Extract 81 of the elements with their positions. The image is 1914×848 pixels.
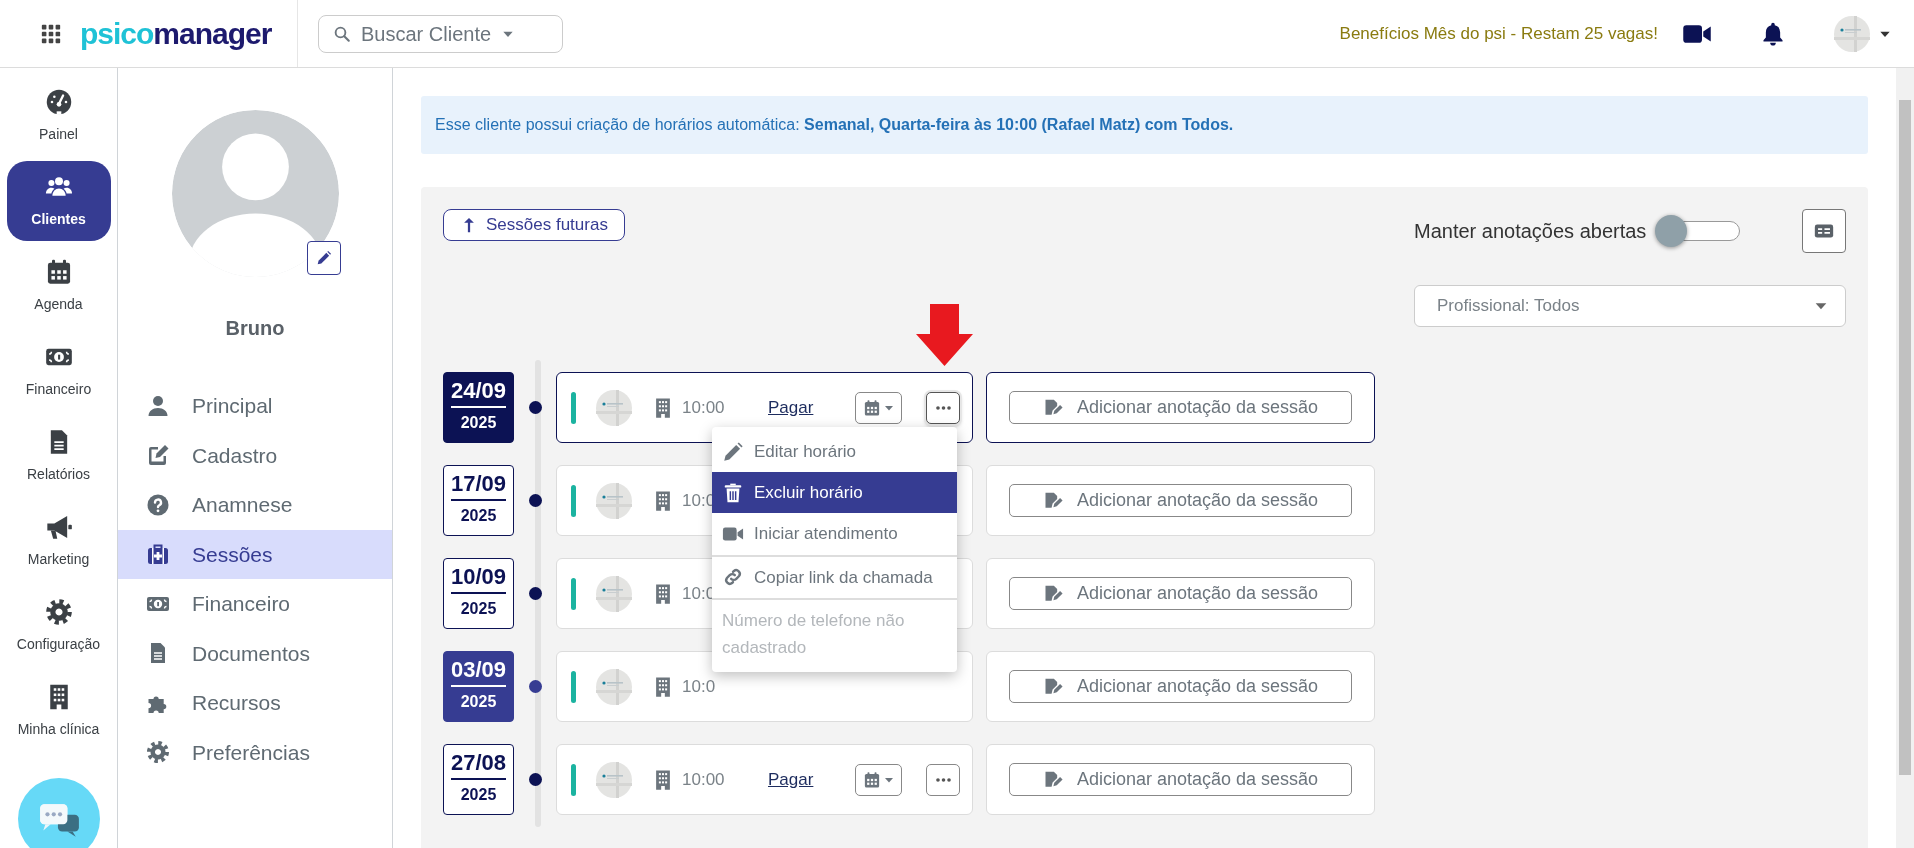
nav-item[interactable]: Agenda [6,246,111,326]
professional-select[interactable]: Profissional: Todos [1414,285,1846,327]
status-bar [571,391,576,424]
add-note-button[interactable]: Adicionar anotação da sessão [1009,484,1352,517]
nav-item[interactable]: Marketing [6,501,111,581]
pencil-icon [722,440,744,463]
apps-grid-icon [40,22,62,45]
add-note-button[interactable]: Adicionar anotação da sessão [1009,577,1352,610]
calendar-icon [862,398,881,417]
sidebar-item[interactable]: Anamnese [118,480,392,530]
user-icon [146,393,170,418]
logo: psicomanager [80,16,272,52]
nav-item[interactable]: Configuração [6,586,111,666]
client-name: Bruno [224,316,286,341]
timeline-dot [528,680,542,693]
timeline-dot [528,494,542,507]
session-time: 10:0 [682,675,717,698]
search-icon [333,24,351,43]
add-note-button[interactable]: Adicionar anotação da sessão [1009,670,1352,703]
edit-photo-button[interactable] [306,241,341,275]
notifications-button[interactable] [1760,20,1786,47]
pay-link[interactable]: Pagar [768,766,855,793]
date-badge: 03/09 2025 [443,651,514,722]
promo-link[interactable]: Benefícios Mês do psi - Restam 25 vagas! [1339,20,1658,47]
date-badge: 10/09 2025 [443,558,514,629]
future-sessions-button[interactable]: Sessões futuras [443,209,625,241]
nav-item[interactable]: Financeiro [6,331,111,411]
more-icon [935,405,951,410]
billing-button[interactable] [1802,209,1846,253]
apps-button[interactable] [40,22,62,45]
search-button[interactable]: Buscar Cliente [318,14,563,53]
date-badge: 27/08 2025 [443,744,514,815]
date-badge: 24/09 2025 [443,372,514,443]
sidebar-item[interactable]: Sessões [118,529,392,579]
menu-item[interactable]: Excluir horário [712,472,957,514]
sidebar-item[interactable]: Financeiro [118,579,392,629]
nav-item[interactable]: Relatórios [6,416,111,496]
status-bar [571,763,576,796]
help-icon [146,492,170,517]
sidebar-item[interactable]: Cadastro [118,430,392,480]
add-note-button[interactable]: Adicionar anotação da sessão [1009,391,1352,424]
session-card[interactable]: 10:00 Pagar [556,744,973,815]
more-button[interactable] [926,391,960,424]
settings-icon [146,740,170,765]
nav-item[interactable]: Minha clínica [6,671,111,751]
status-bar [571,577,576,610]
toggle-switch[interactable] [1654,214,1741,248]
status-bar [571,484,576,517]
timeline-dot [528,401,542,414]
gauge-icon [44,87,73,116]
sidebar-item[interactable]: Preferências [118,727,392,777]
menu-item[interactable]: Copiar link da chamada [712,556,957,598]
timeline-dot [528,773,542,786]
menu-item[interactable]: Editar horário [712,431,957,473]
arrow-down-icon [916,304,973,366]
calendar-dropdown[interactable] [855,763,902,796]
sidebar-item[interactable]: Principal [118,381,392,431]
settings-icon [44,597,73,626]
trash-icon [722,481,744,504]
session-time: 10:00 [682,396,726,419]
medical-kit-icon [146,542,170,567]
bell-icon [1760,20,1786,47]
nav-item[interactable]: Painel [6,76,111,156]
info-alert: Esse cliente possui criação de horários automática: Semanal, Quarta-feira às 10:00 (Rafael Matz) com Todos. [421,96,1868,154]
timeline-dot [528,587,542,600]
calendar-dropdown[interactable] [855,391,902,424]
status-bar [571,670,576,703]
pay-link[interactable]: Pagar [768,394,855,421]
date-badge: 17/09 2025 [443,465,514,536]
more-icon [935,777,951,782]
calendar-icon [862,770,881,789]
pencil-icon [315,250,332,266]
session-time: 10:00 [682,768,726,791]
more-button[interactable] [926,763,960,796]
sidebar-item[interactable]: Recursos [118,678,392,728]
toggle-label: Manter anotações abertas [1414,219,1647,244]
nav-item[interactable]: Clientes [6,161,111,241]
edit-icon [146,443,170,468]
add-note-button[interactable]: Adicionar anotação da sessão [1009,763,1352,796]
sidebar-item[interactable]: Documentos [118,628,392,678]
menu-item[interactable]: Iniciar atendimento [712,513,957,555]
